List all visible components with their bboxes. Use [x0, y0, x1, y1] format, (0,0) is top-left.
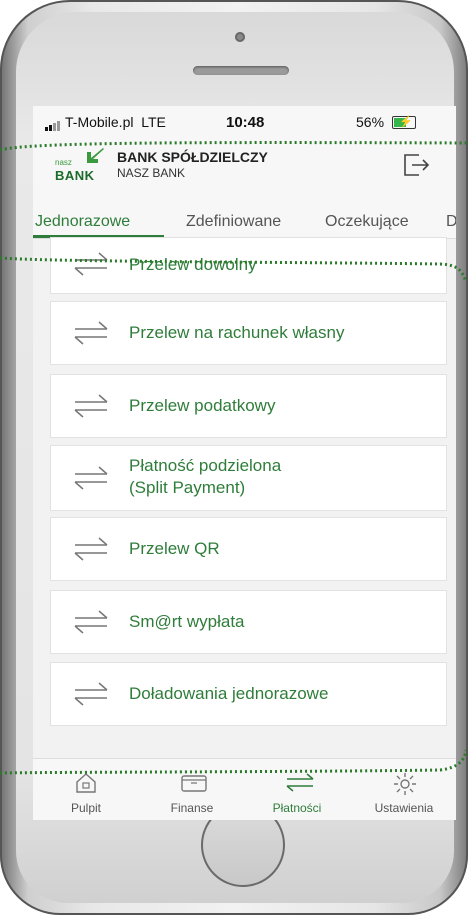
tab-oczekujace[interactable]: Oczekujące: [325, 213, 409, 231]
tab-overflow[interactable]: D: [446, 213, 456, 231]
transfer-icon: [74, 682, 108, 706]
payment-tabs: Jednorazowe Zdefiniowane Oczekujące D: [33, 190, 456, 239]
carrier-info: T-Mobile.pl LTE: [45, 114, 166, 132]
payment-label: Doładowania jednorazowe: [129, 684, 329, 703]
nav-label: Pulpit: [70, 801, 102, 815]
transfer-icon: [74, 394, 108, 418]
tab-jednorazowe[interactable]: Jednorazowe: [35, 213, 130, 231]
transfer-icon: [74, 610, 108, 634]
nav-label: Płatności: [272, 801, 322, 815]
tab-zdefiniowane[interactable]: Zdefiniowane: [186, 213, 281, 231]
speaker-grille: [193, 66, 289, 75]
nav-ustawienia[interactable]: Ustawienia: [354, 759, 454, 820]
payment-label: Przelew podatkowy: [129, 396, 276, 415]
payment-item-doladowania[interactable]: Doładowania jednorazowe: [50, 662, 447, 726]
payment-list: Przelew dowolny Przelew na rachunek włas…: [33, 237, 456, 758]
transfer-icon: [74, 537, 108, 561]
nav-label: Ustawienia: [374, 801, 434, 815]
payment-item-smart-wyplata[interactable]: Sm@rt wypłata: [50, 590, 447, 654]
bank-name: BANK SPÓŁDZIELCZY: [117, 149, 268, 165]
payment-item-podatkowy[interactable]: Przelew podatkowy: [50, 374, 447, 438]
camera-dot: [235, 32, 245, 42]
transfer-icon: [286, 773, 314, 792]
wallet-icon: [181, 775, 207, 792]
logo-text-small: nasz: [55, 158, 72, 167]
home-icon: [76, 773, 96, 793]
nav-pulpit[interactable]: Pulpit: [36, 759, 136, 820]
payment-label: Przelew QR: [129, 539, 220, 558]
gear-icon: [394, 773, 416, 795]
phone-frame: T-Mobile.pl LTE 10:48 56% ⚡ nasz BANK BA…: [0, 0, 468, 915]
logo-arrow-icon: [87, 148, 104, 163]
battery-percent: 56%: [356, 114, 385, 130]
payment-item-przelew-qr[interactable]: Przelew QR: [50, 517, 447, 581]
payment-item-split-payment[interactable]: Płatność podzielona (Split Payment): [50, 445, 447, 511]
payment-label: Przelew dowolny: [129, 255, 257, 274]
nav-label: Finanse: [170, 801, 214, 815]
payment-item-rachunek-wlasny[interactable]: Przelew na rachunek własny: [50, 301, 447, 365]
app-screen: T-Mobile.pl LTE 10:48 56% ⚡ nasz BANK BA…: [33, 106, 456, 820]
battery-icon: ⚡: [392, 116, 416, 129]
payment-item-przelew-dowolny[interactable]: Przelew dowolny: [50, 237, 447, 294]
bank-logo: nasz BANK: [55, 146, 105, 183]
carrier-name: T-Mobile.pl: [65, 114, 134, 130]
transfer-icon: [74, 252, 108, 276]
nav-platnosci[interactable]: Płatności: [247, 759, 347, 820]
payment-label-line1: Płatność podzielona: [129, 456, 282, 475]
payment-label-line2: (Split Payment): [129, 478, 246, 497]
status-bar: T-Mobile.pl LTE 10:48 56% ⚡: [33, 106, 456, 138]
clock: 10:48: [226, 114, 265, 131]
app-header: nasz BANK BANK SPÓŁDZIELCZY NASZ BANK: [33, 138, 456, 190]
logo-text-big: BANK: [55, 168, 95, 183]
signal-icon: [45, 115, 61, 132]
transfer-icon: [74, 321, 108, 345]
bottom-navigation: Pulpit Finanse Płatności Ustawienia: [33, 758, 456, 820]
transfer-icon: [74, 466, 108, 490]
payment-label: Sm@rt wypłata: [129, 612, 245, 631]
bank-subtitle: NASZ BANK: [117, 166, 186, 180]
logout-icon[interactable]: [401, 151, 431, 179]
network-type: LTE: [141, 114, 166, 130]
nav-finanse[interactable]: Finanse: [142, 759, 242, 820]
payment-label: Przelew na rachunek własny: [129, 323, 345, 342]
